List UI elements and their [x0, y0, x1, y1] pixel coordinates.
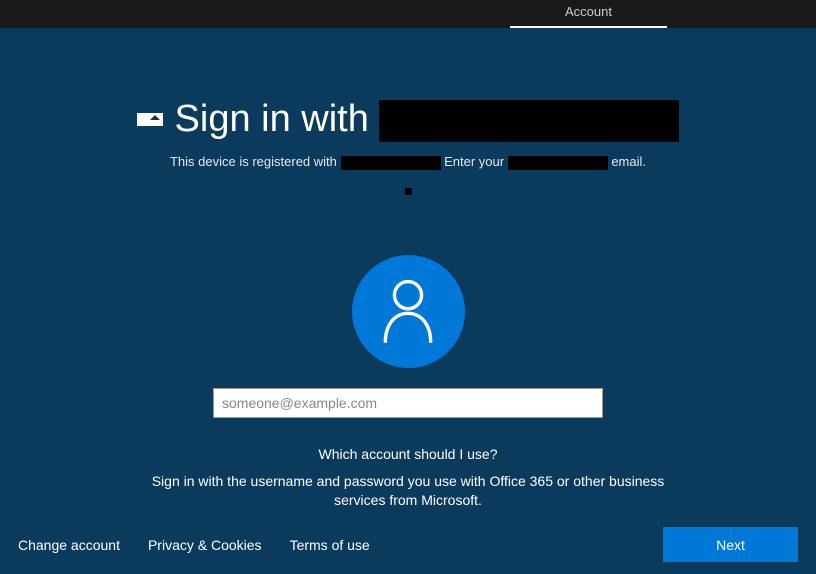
footer-links: Change account Privacy & Cookies Terms o… — [18, 537, 370, 553]
redacted-org-name — [379, 100, 679, 142]
tab-account[interactable]: Account — [510, 0, 667, 28]
page-title: Sign in with — [175, 98, 680, 142]
terms-link[interactable]: Terms of use — [290, 537, 370, 553]
privacy-link[interactable]: Privacy & Cookies — [148, 537, 262, 553]
redacted-dot — [0, 170, 816, 200]
subtitle-prefix: This device is registered with — [170, 154, 337, 169]
avatar — [352, 255, 465, 368]
redacted-org-small — [341, 156, 441, 170]
hint-text-2: Sign in with the username and password y… — [0, 472, 816, 511]
next-button[interactable]: Next — [663, 527, 798, 562]
top-bar: Account — [0, 0, 816, 28]
page-subtitle: This device is registered with Enter you… — [0, 154, 816, 170]
hint-text: Which account should I use? — [0, 446, 816, 462]
org-icon — [137, 113, 163, 126]
page-title-row: Sign in with — [0, 98, 816, 142]
redacted-domain-small — [508, 156, 608, 170]
footer: Change account Privacy & Cookies Terms o… — [0, 527, 816, 562]
person-icon — [379, 277, 437, 345]
email-field[interactable] — [213, 388, 603, 418]
main-panel: Sign in with This device is registered w… — [0, 28, 816, 511]
subtitle-suffix: email. — [608, 154, 646, 169]
change-account-link[interactable]: Change account — [18, 537, 120, 553]
subtitle-mid: Enter your — [441, 154, 508, 169]
title-prefix: Sign in with — [175, 98, 369, 140]
